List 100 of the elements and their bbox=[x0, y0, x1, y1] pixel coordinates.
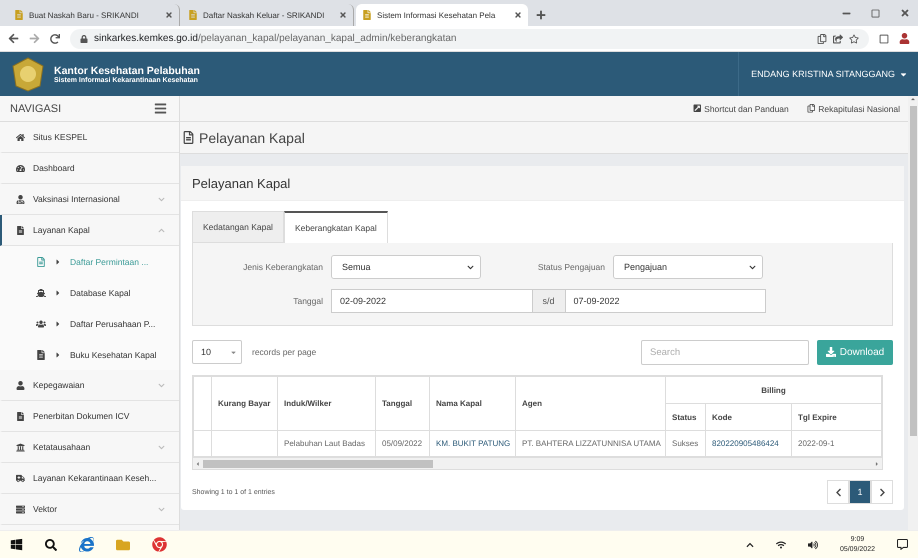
document-icon bbox=[36, 350, 46, 360]
caret-up-icon[interactable] bbox=[746, 540, 754, 548]
caret-icon bbox=[230, 348, 237, 356]
tab-favicon bbox=[14, 10, 24, 20]
sidebar-item[interactable]: Dashboard bbox=[0, 153, 179, 184]
user-icon bbox=[16, 194, 25, 204]
new-tab-icon[interactable] bbox=[536, 10, 546, 20]
chevron-down-icon bbox=[467, 264, 474, 270]
reload-icon[interactable] bbox=[50, 34, 60, 44]
browser-icon[interactable] bbox=[79, 537, 94, 552]
profile-icon[interactable] bbox=[899, 33, 910, 44]
sidebar-item[interactable]: Vektor bbox=[0, 494, 179, 525]
server-icon bbox=[16, 504, 25, 514]
sidebar-item[interactable]: Kepegawaian bbox=[0, 370, 179, 401]
caret-icon bbox=[54, 350, 62, 358]
caret-left-icon[interactable] bbox=[195, 460, 201, 466]
toolbar-link[interactable]: Rekapitulasi Nasional bbox=[806, 104, 900, 114]
chevron-down-icon bbox=[749, 264, 756, 270]
house-icon bbox=[16, 132, 25, 142]
search-icon[interactable] bbox=[45, 538, 57, 550]
sidebar-item[interactable]: Penerbitan Dokumen ICV bbox=[0, 401, 179, 432]
table-cell: Pelabuhan Laut Badas bbox=[278, 430, 376, 456]
select-field[interactable]: Pengajuan bbox=[613, 255, 763, 279]
close-icon[interactable] bbox=[339, 11, 347, 19]
table-cell: 2022-09-1 bbox=[792, 430, 882, 456]
column-header: Nama Kapal bbox=[430, 376, 516, 430]
document-icon bbox=[16, 412, 25, 420]
range-addon: s/d bbox=[532, 289, 564, 313]
tab[interactable]: Keberangkatan Kapal bbox=[284, 211, 388, 243]
sidebar-item[interactable]: Vaksinasi Internasional bbox=[0, 184, 179, 215]
logo-icon bbox=[10, 56, 46, 92]
column-header: Induk/Wilker bbox=[278, 376, 376, 430]
close-icon[interactable] bbox=[900, 8, 910, 18]
chevron-left-icon bbox=[834, 488, 842, 496]
page-title: Pelayanan Kapal bbox=[199, 130, 305, 146]
document-icon bbox=[36, 256, 46, 266]
caret-icon bbox=[54, 288, 62, 296]
vertical-scrollbar[interactable] bbox=[908, 96, 918, 530]
user-icon bbox=[16, 380, 25, 390]
page-size-select[interactable]: 10 bbox=[192, 340, 242, 364]
external-link-icon bbox=[692, 104, 702, 113]
column-header: Kode bbox=[706, 404, 792, 430]
select-field[interactable]: Semua bbox=[331, 255, 481, 279]
windows-icon[interactable] bbox=[10, 538, 23, 551]
column-header: Kurang Bayar bbox=[212, 376, 278, 430]
chrome-icon[interactable] bbox=[152, 537, 167, 552]
back-icon[interactable] bbox=[8, 33, 19, 44]
next-button[interactable] bbox=[871, 480, 893, 504]
chevron-down-icon bbox=[158, 382, 165, 388]
horizontal-scrollbar[interactable] bbox=[192, 458, 883, 470]
wifi-icon[interactable] bbox=[776, 540, 786, 550]
table-link[interactable]: 820220905486424 bbox=[706, 430, 792, 456]
chevron-right-icon bbox=[878, 488, 886, 496]
column-header: Status bbox=[666, 404, 706, 430]
browser-tab[interactable]: Sistem Informasi Kesehatan Pela bbox=[356, 4, 528, 26]
menu-icon[interactable] bbox=[154, 102, 167, 115]
caret-icon bbox=[54, 320, 62, 328]
dashboard-icon bbox=[16, 164, 25, 172]
chevron-down-icon bbox=[158, 506, 165, 512]
column-header: Agen bbox=[516, 376, 666, 430]
field-label: Status Pengajuan bbox=[536, 262, 605, 272]
page-button[interactable]: 1 bbox=[849, 480, 871, 504]
document-icon bbox=[16, 226, 25, 234]
column-header: Tanggal bbox=[376, 376, 430, 430]
column-header: Billing bbox=[666, 376, 882, 404]
page-size-label: records per page bbox=[252, 347, 316, 357]
previous-button[interactable] bbox=[827, 480, 849, 504]
table-cell: PT. BAHTERA LIZZATUNNISA UTAMA bbox=[516, 430, 666, 456]
close-icon[interactable] bbox=[514, 11, 522, 19]
volume-icon[interactable] bbox=[808, 540, 818, 550]
header-title: Kantor Kesehatan Pelabuhan bbox=[54, 64, 200, 76]
sidebar-heading: NAVIGASI bbox=[10, 102, 62, 114]
ambulance-icon bbox=[16, 474, 25, 482]
chevron-up-icon bbox=[158, 226, 165, 234]
tab-favicon bbox=[362, 10, 372, 20]
date-field[interactable]: 07-09-2022 bbox=[564, 289, 766, 313]
toolbar-link[interactable]: Shortcut dan Panduan bbox=[692, 104, 789, 114]
close-icon[interactable] bbox=[165, 11, 173, 19]
sidebar-item[interactable]: Situs KESPEL bbox=[0, 122, 179, 153]
document-icon bbox=[182, 131, 195, 144]
tab[interactable]: Kedatangan Kapal bbox=[192, 211, 284, 243]
field-label: Tanggal bbox=[292, 296, 323, 306]
caret-right-icon[interactable] bbox=[874, 460, 880, 466]
field-label: Jenis Keberangkatan bbox=[242, 262, 323, 272]
table-link[interactable]: KM. BUKIT PATUNG bbox=[430, 430, 516, 456]
table-cell: Sukses bbox=[666, 430, 706, 456]
url-text: sinkarkes.kemkes.go.id/pelayanan_kapal/pelayanan_kapal_admin/keberangkatan bbox=[94, 33, 456, 44]
star-icon[interactable] bbox=[849, 34, 859, 44]
table-cell: 05/09/2022 bbox=[376, 430, 430, 456]
chevron-down-icon bbox=[158, 196, 165, 202]
address-field[interactable]: sinkarkes.kemkes.go.id/pelayanan_kapal/pelayanan_kapal_admin/keberangkatan bbox=[70, 28, 869, 48]
date-field[interactable]: 02-09-2022 bbox=[331, 289, 532, 313]
sidebar-icon[interactable] bbox=[879, 34, 889, 44]
restore-icon[interactable] bbox=[871, 9, 880, 18]
share-icon[interactable] bbox=[833, 34, 843, 44]
download-icon bbox=[826, 347, 836, 357]
ship-icon bbox=[36, 288, 46, 298]
sidebar-item[interactable]: Layanan Kekarantinaan Keseh... bbox=[0, 463, 179, 494]
sidebar-item[interactable]: Ketatausahaan bbox=[0, 432, 179, 463]
notification-icon[interactable] bbox=[897, 539, 908, 550]
